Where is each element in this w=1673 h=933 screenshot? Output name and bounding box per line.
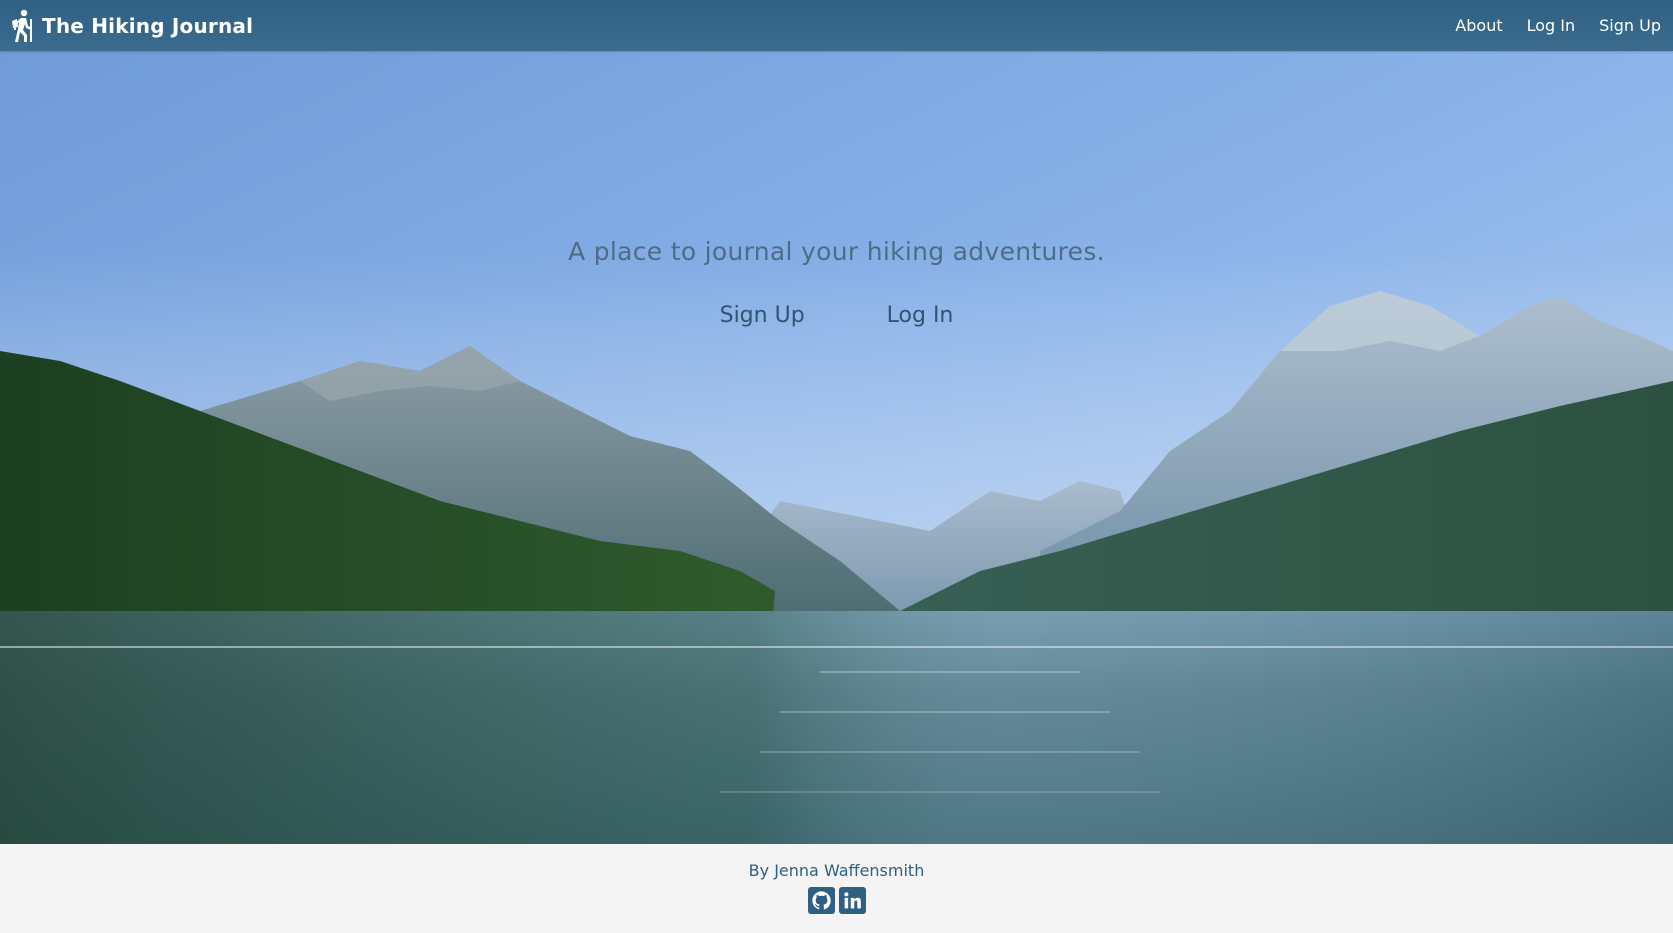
hero-content: A place to journal your hiking adventure… xyxy=(0,51,1673,844)
github-icon[interactable] xyxy=(807,887,835,914)
brand-link[interactable]: The Hiking Journal xyxy=(10,9,253,43)
nav-link-signup[interactable]: Sign Up xyxy=(1599,16,1661,35)
landing-page: The Hiking Journal About Log In Sign Up xyxy=(0,0,1673,933)
footer: By Jenna Waffensmith xyxy=(0,844,1673,933)
linkedin-icon[interactable] xyxy=(838,887,866,914)
nav-link-about[interactable]: About xyxy=(1455,16,1502,35)
nav-link-login[interactable]: Log In xyxy=(1527,16,1576,35)
footer-byline: By Jenna Waffensmith xyxy=(748,861,925,880)
hiker-icon xyxy=(10,9,36,43)
hero-login-button[interactable]: Log In xyxy=(887,303,954,328)
social-links xyxy=(0,887,1673,914)
hero-buttons: Sign Up Log In xyxy=(0,303,1673,328)
hero-tagline: A place to journal your hiking adventure… xyxy=(568,237,1105,266)
brand-title: The Hiking Journal xyxy=(42,13,254,38)
nav-links: About Log In Sign Up xyxy=(1455,16,1661,35)
hero-banner: A place to journal your hiking adventure… xyxy=(0,51,1673,844)
navbar: The Hiking Journal About Log In Sign Up xyxy=(0,0,1673,51)
hero-signup-button[interactable]: Sign Up xyxy=(720,303,805,328)
